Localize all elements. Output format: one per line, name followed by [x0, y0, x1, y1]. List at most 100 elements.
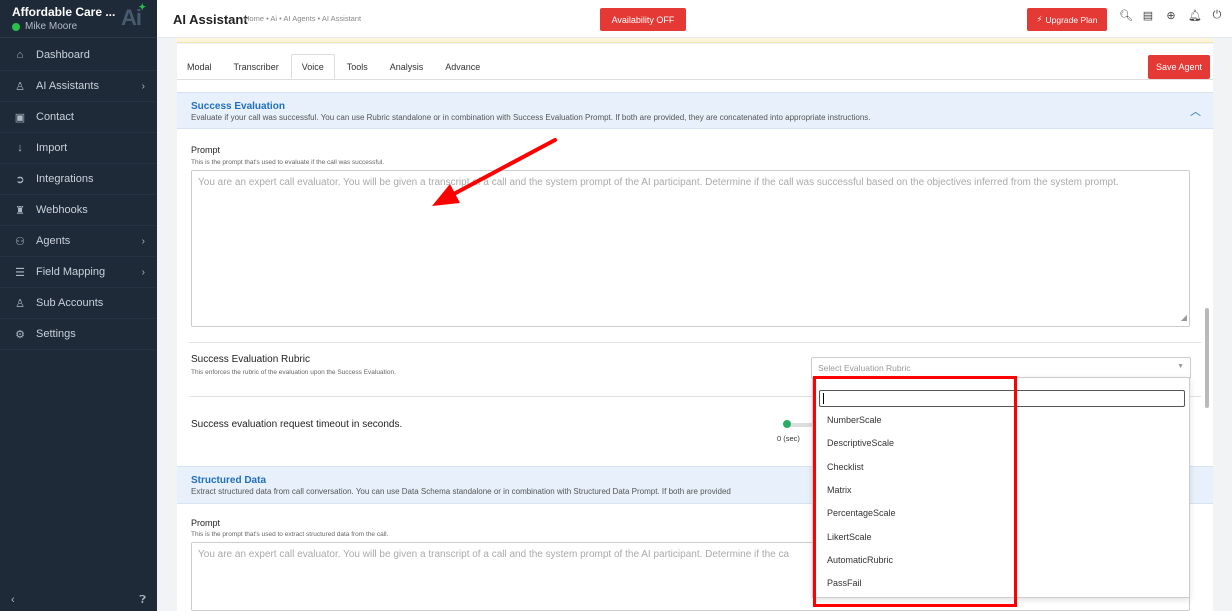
- user-status: Mike Moore: [12, 21, 77, 32]
- power-icon[interactable]: ⏻: [1211, 9, 1223, 22]
- sidebar-item-integrations[interactable]: ➲ Integrations: [0, 164, 157, 195]
- sidebar-item-label: Agents: [36, 235, 71, 247]
- user-name: Mike Moore: [25, 21, 78, 32]
- brand-header[interactable]: Affordable Care ... Mike Moore Ai ✦: [0, 0, 157, 38]
- tab-analysis[interactable]: Analysis: [380, 54, 434, 79]
- online-status-icon: [12, 22, 20, 31]
- notes-icon[interactable]: ▤: [1142, 9, 1154, 22]
- sidebar-item-label: Contact: [36, 111, 74, 123]
- tab-tools[interactable]: Tools: [337, 54, 378, 79]
- rubric-option[interactable]: LikertScale: [827, 532, 872, 542]
- home-icon: ⌂: [16, 49, 24, 61]
- topbar: AI Assistant Home • Ai • AI Agents • AI …: [157, 0, 1232, 38]
- tab-advance[interactable]: Advance: [435, 54, 490, 79]
- save-agent-button[interactable]: Save Agent: [1148, 55, 1210, 79]
- rubric-dropdown-menu: NumberScale DescriptiveScale Checklist Matr…: [812, 377, 1190, 598]
- availability-toggle-button[interactable]: Availability OFF: [600, 8, 686, 31]
- rubric-option[interactable]: NumberScale: [827, 415, 882, 425]
- sidebar-item-label: Sub Accounts: [36, 297, 104, 309]
- sidebar-item-settings[interactable]: ⚙ Settings: [0, 319, 157, 350]
- divider: [189, 342, 1201, 343]
- notice-strip: [177, 38, 1213, 43]
- sidebar-item-webhooks[interactable]: ♜ Webhooks: [0, 195, 157, 226]
- timeout-slider-handle[interactable]: [783, 420, 791, 428]
- rubric-option[interactable]: PassFail: [827, 578, 862, 588]
- tab-modal[interactable]: Modal: [177, 54, 222, 79]
- plug-icon: ➲: [15, 173, 25, 186]
- upgrade-plan-label: Upgrade Plan: [1045, 14, 1098, 25]
- sidebar-item-label: AI Assistants: [36, 80, 99, 92]
- sidebar-item-label: Field Mapping: [36, 266, 106, 278]
- user-icon: ♙: [15, 80, 25, 93]
- structured-prompt-help: This is the prompt that's used to extrac…: [191, 531, 389, 538]
- text-cursor: [823, 393, 824, 404]
- rubric-option[interactable]: PercentageScale: [827, 508, 896, 518]
- sidebar-footer: ‹ ❓︎: [0, 589, 157, 611]
- help-icon[interactable]: ❓︎: [139, 594, 146, 607]
- breadcrumb: Home • Ai • AI Agents • AI Assistant: [244, 14, 362, 23]
- structured-prompt-placeholder: You are an expert call evaluator. You wi…: [198, 549, 790, 560]
- success-prompt-placeholder: You are an expert call evaluator. You wi…: [198, 177, 1119, 188]
- sidebar-nav: ⌂ Dashboard ♙ AI Assistants › ▣ Contact ↓ Import…: [0, 40, 157, 350]
- rubric-option[interactable]: AutomaticRubric: [827, 555, 893, 565]
- page-title: AI Assistant: [173, 12, 248, 27]
- brand-name: Affordable Care ...: [12, 5, 116, 19]
- success-evaluation-title: Success Evaluation: [191, 101, 285, 112]
- brand-logo: Ai ✦: [121, 2, 146, 30]
- sidebar-item-import[interactable]: ↓ Import: [0, 133, 157, 164]
- sparkle-icon: ✦: [138, 2, 145, 12]
- resize-handle-icon[interactable]: ◢: [1181, 311, 1187, 325]
- sidebar-item-ai-assistants[interactable]: ♙ AI Assistants ›: [0, 71, 157, 102]
- structured-data-description: Extract structured data from call conver…: [191, 487, 731, 496]
- collapse-sidebar-icon[interactable]: ‹: [11, 594, 15, 606]
- sidebar-item-label: Settings: [36, 328, 76, 340]
- chevron-right-icon: ›: [141, 80, 145, 92]
- sidebar-item-agents[interactable]: ⚇ Agents ›: [0, 226, 157, 257]
- success-evaluation-header[interactable]: Success Evaluation Evaluate if your call…: [177, 92, 1213, 129]
- rubric-select-placeholder: Select Evaluation Rubric: [818, 363, 911, 373]
- success-prompt-textarea[interactable]: You are an expert call evaluator. You wi…: [191, 170, 1190, 327]
- prompt-help: This is the prompt that's used to evalua…: [191, 159, 385, 166]
- rubric-search-input[interactable]: [819, 390, 1185, 407]
- timeout-value: 0 (sec): [777, 434, 800, 443]
- timeout-label: Success evaluation request timeout in se…: [191, 419, 403, 430]
- rubric-option[interactable]: DescriptiveScale: [827, 438, 894, 448]
- sidebar-item-contact[interactable]: ▣ Contact: [0, 102, 157, 133]
- tab-bar: Modal Transcriber Voice Tools Analysis Advanc…: [177, 54, 492, 79]
- rubric-select[interactable]: Select Evaluation Rubric ▼: [811, 357, 1191, 379]
- structured-prompt-label: Prompt: [191, 518, 221, 528]
- topbar-icons: 🔍︎ ▤ ⊕ 🔔︎ ⏻: [1119, 9, 1223, 22]
- search-icon[interactable]: 🔍︎: [1119, 9, 1133, 22]
- sidebar-item-label: Dashboard: [36, 49, 90, 61]
- rubric-option[interactable]: Checklist: [827, 462, 864, 472]
- user-icon: ♙: [15, 297, 25, 310]
- caret-down-icon: ▼: [1177, 363, 1184, 370]
- chevron-right-icon: ›: [141, 266, 145, 278]
- sidebar-item-label: Import: [36, 142, 68, 154]
- sidebar-item-label: Integrations: [36, 173, 94, 185]
- upgrade-plan-button[interactable]: ⚡︎ Upgrade Plan: [1027, 8, 1107, 31]
- tab-transcriber[interactable]: Transcriber: [224, 54, 289, 79]
- rubric-help: This enforces the rubric of the evaluati…: [191, 369, 396, 376]
- rubric-option[interactable]: Matrix: [827, 485, 852, 495]
- prompt-label: Prompt: [191, 145, 221, 155]
- sidebar-item-sub-accounts[interactable]: ♙ Sub Accounts: [0, 288, 157, 319]
- bell-icon[interactable]: 🔔︎: [1188, 9, 1202, 22]
- tab-underline: [177, 79, 1213, 80]
- database-icon: ☰: [15, 266, 25, 279]
- contact-card-icon: ▣: [14, 111, 26, 124]
- rubric-label: Success Evaluation Rubric: [191, 354, 310, 365]
- sidebar-item-field-mapping[interactable]: ☰ Field Mapping ›: [0, 257, 157, 288]
- plus-circle-icon[interactable]: ⊕: [1165, 9, 1177, 22]
- gear-icon: ⚙: [15, 328, 25, 341]
- chevron-right-icon: ›: [141, 235, 145, 247]
- import-arrow-icon: ↓: [17, 142, 23, 154]
- sidebar-item-dashboard[interactable]: ⌂ Dashboard: [0, 40, 157, 71]
- chevron-up-icon[interactable]: ︿: [1190, 103, 1201, 119]
- success-evaluation-description: Evaluate if your call was successful. Yo…: [191, 113, 871, 122]
- structured-data-title: Structured Data: [191, 475, 267, 486]
- scrollbar[interactable]: [1205, 308, 1209, 408]
- lightning-icon: ⚡︎: [1036, 14, 1043, 24]
- sidebar-item-label: Webhooks: [36, 204, 88, 216]
- tab-voice[interactable]: Voice: [290, 54, 335, 79]
